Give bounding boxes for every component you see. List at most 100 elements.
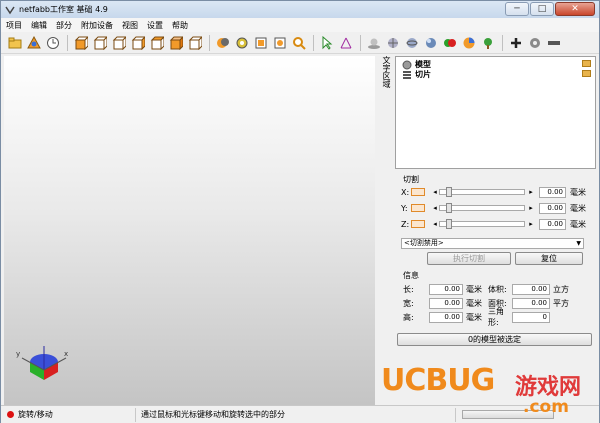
cube-right-icon <box>131 35 145 50</box>
magnifier-icon <box>293 36 306 50</box>
slider-thumb[interactable] <box>446 187 452 197</box>
view-bottom-button[interactable] <box>167 34 185 52</box>
info-row-length: 长: 0.00 毫米 体积: 0.00 立方 <box>403 283 569 295</box>
slices-icon <box>403 70 411 79</box>
slider-left-arrow[interactable]: ◂ <box>431 188 439 196</box>
cut-y-slider[interactable] <box>439 203 525 213</box>
more-button[interactable] <box>545 34 563 52</box>
slider-thumb[interactable] <box>446 203 452 213</box>
select-tool-button[interactable] <box>318 34 336 52</box>
axis-gizmo: y x <box>16 346 68 380</box>
slider-left-arrow[interactable]: ◂ <box>431 220 439 228</box>
cut-z-slider[interactable] <box>439 219 525 229</box>
folder-icon[interactable] <box>582 70 591 77</box>
slider-right-arrow[interactable]: ▸ <box>527 188 535 196</box>
platform-button[interactable] <box>365 34 383 52</box>
view-iso-button[interactable] <box>186 34 204 52</box>
slider-right-arrow[interactable]: ▸ <box>527 204 535 212</box>
cut-z-input[interactable]: 0.00 <box>539 218 566 230</box>
toolbar-separator <box>209 34 210 51</box>
menu-addons[interactable]: 附加设备 <box>81 20 113 31</box>
pie-menu-button[interactable] <box>460 34 478 52</box>
tree-item-slices[interactable]: 切片 <box>402 69 431 80</box>
cursor-icon <box>322 35 333 50</box>
transparency-icon <box>426 37 436 48</box>
view-top-button[interactable] <box>148 34 166 52</box>
menu-help[interactable]: 帮助 <box>172 20 188 31</box>
watermark-domain: .com <box>523 397 569 417</box>
model-icon <box>402 60 412 69</box>
cut-mode-value: <切割禁用> <box>404 239 444 247</box>
app-window: netfabb工作室 基础 4.9 ─ □ ✕ 项目 编辑 部分 附加设备 视图… <box>0 0 600 423</box>
zoom-all-button[interactable] <box>233 34 251 52</box>
cut-z-toggle[interactable] <box>411 220 425 228</box>
menu-part[interactable]: 部分 <box>56 20 72 31</box>
cut-axis-label: X: <box>401 187 410 197</box>
cube-top-icon <box>150 35 164 50</box>
menu-project[interactable]: 项目 <box>6 20 22 31</box>
color-button[interactable] <box>441 34 459 52</box>
view-left-button[interactable] <box>110 34 128 52</box>
toolbar-separator <box>313 34 314 51</box>
cut-row-y: Y: ◂ ▸ 0.00 毫米 <box>401 202 592 214</box>
cut-x-slider[interactable] <box>439 187 525 197</box>
slider-right-arrow[interactable]: ▸ <box>527 220 535 228</box>
netfabb-logo-icon <box>5 6 15 14</box>
cut-unit-label: 毫米 <box>570 187 586 197</box>
history-button[interactable] <box>44 34 62 52</box>
slider-left-arrow[interactable]: ◂ <box>431 204 439 212</box>
selected-models-button[interactable]: 0的模型被选定 <box>397 333 592 346</box>
menu-edit[interactable]: 编辑 <box>31 20 47 31</box>
status-mode: 旋转/移动 <box>1 407 136 422</box>
close-button[interactable]: ✕ <box>555 2 595 16</box>
folder-icon[interactable] <box>582 60 591 67</box>
watermark: UCBUG 游戏网 .com <box>377 361 597 423</box>
info-row-height: 高: 0.00 毫米 三角形: 0 <box>403 307 553 327</box>
transparent-button[interactable] <box>422 34 440 52</box>
info-label: 三角形: <box>488 307 504 327</box>
shading-icon <box>217 37 229 48</box>
cut-x-toggle[interactable] <box>411 188 425 196</box>
cut-axis-label: Y: <box>401 203 408 213</box>
view-back-button[interactable] <box>91 34 109 52</box>
zoom-selection-button[interactable] <box>271 34 289 52</box>
cut-x-input[interactable]: 0.00 <box>539 186 566 198</box>
cut-mode-select[interactable]: <切割禁用> ▼ <box>401 238 584 249</box>
cut-unit-label: 毫米 <box>570 203 586 213</box>
cut-y-toggle[interactable] <box>411 204 425 212</box>
measure-icon <box>340 37 352 48</box>
toolbar-separator <box>502 34 503 51</box>
cut-row-x: X: ◂ ▸ 0.00 毫米 <box>401 186 592 198</box>
minimize-button[interactable]: ─ <box>505 2 529 16</box>
menu-view[interactable]: 视图 <box>122 20 138 31</box>
mesh-view-button[interactable] <box>384 34 402 52</box>
zoom-button[interactable] <box>290 34 308 52</box>
view-right-button[interactable] <box>129 34 147 52</box>
settings-button[interactable] <box>526 34 544 52</box>
add-button[interactable] <box>507 34 525 52</box>
maximize-button[interactable]: □ <box>530 2 554 16</box>
pie-icon <box>463 37 475 48</box>
cube-bottom-icon <box>169 35 183 50</box>
cut-y-input[interactable]: 0.00 <box>539 202 566 214</box>
tree-view-button[interactable] <box>479 34 497 52</box>
reset-button[interactable]: 复位 <box>515 252 583 265</box>
menu-settings[interactable]: 设置 <box>147 20 163 31</box>
slider-thumb[interactable] <box>446 219 452 229</box>
add-part-button[interactable] <box>25 34 43 52</box>
info-unit: 毫米 <box>466 312 482 322</box>
side-tab-text-area[interactable]: 文字区域 <box>379 56 393 116</box>
info-unit: 毫米 <box>466 298 482 308</box>
info-section-title: 信息 <box>403 271 419 280</box>
3d-viewport[interactable]: y x <box>4 56 375 405</box>
measure-button[interactable] <box>337 34 355 52</box>
view-front-button[interactable] <box>72 34 90 52</box>
chevron-down-icon: ▼ <box>576 240 581 247</box>
zoom-part-button[interactable] <box>252 34 270 52</box>
mesh-icon <box>388 37 398 48</box>
axis-y-label: y <box>16 350 20 358</box>
open-project-button[interactable] <box>6 34 24 52</box>
shading-button[interactable] <box>214 34 232 52</box>
wireframe-button[interactable] <box>403 34 421 52</box>
execute-cut-button[interactable]: 执行切割 <box>427 252 511 265</box>
